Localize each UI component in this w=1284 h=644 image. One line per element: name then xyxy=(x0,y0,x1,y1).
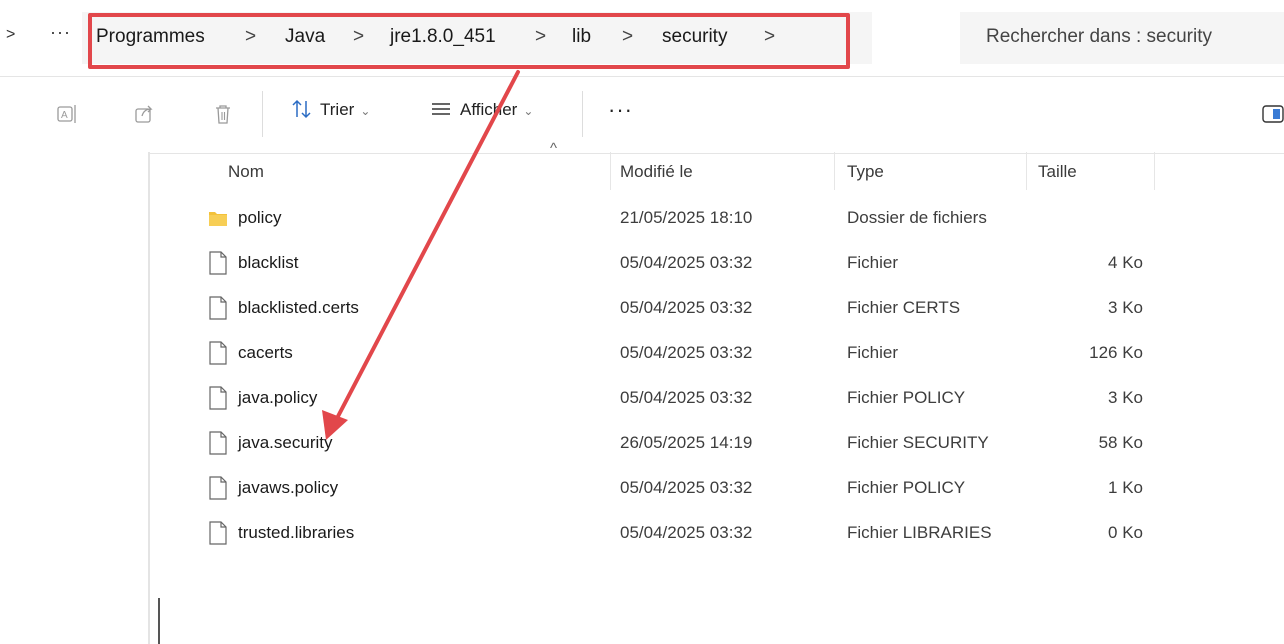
file-name: cacerts xyxy=(238,343,293,362)
chevron-right-icon[interactable]: > xyxy=(6,26,15,44)
column-header-size[interactable]: Taille xyxy=(1038,162,1077,182)
file-modified: 05/04/2025 03:32 xyxy=(620,388,753,407)
file-type: Fichier POLICY xyxy=(847,388,966,407)
file-size: 3 Ko xyxy=(1108,388,1143,407)
file-modified: 26/05/2025 14:19 xyxy=(620,433,753,452)
file-row-javaws-policy[interactable]: javaws.policy 05/04/2025 03:32 Fichier P… xyxy=(150,466,1284,511)
sort-label: Trier xyxy=(320,100,355,119)
column-divider[interactable] xyxy=(610,152,611,190)
file-row-java-policy[interactable]: java.policy 05/04/2025 03:32 Fichier POL… xyxy=(150,376,1284,421)
column-divider[interactable] xyxy=(1154,152,1155,190)
file-list-header: ^ Nom Modifié le Type Taille xyxy=(150,140,1284,190)
view-icon xyxy=(432,103,450,115)
file-modified: 05/04/2025 03:32 xyxy=(620,343,753,362)
column-divider[interactable] xyxy=(1026,152,1027,190)
file-name: trusted.libraries xyxy=(238,523,355,542)
file-row-trusted-libraries[interactable]: trusted.libraries 05/04/2025 03:32 Fichi… xyxy=(150,511,1284,556)
file-icon xyxy=(209,386,227,410)
column-divider[interactable] xyxy=(834,152,835,190)
search-placeholder: Rechercher dans : security xyxy=(986,26,1212,47)
delete-icon[interactable] xyxy=(212,103,234,125)
file-row-blacklist[interactable]: blacklist 05/04/2025 03:32 Fichier 4 Ko xyxy=(150,241,1284,286)
file-size: 58 Ko xyxy=(1098,433,1143,452)
chevron-down-icon: ⌄ xyxy=(523,104,534,118)
file-modified: 05/04/2025 03:32 xyxy=(620,298,753,317)
file-row-java-security[interactable]: java.security 26/05/2025 14:19 Fichier S… xyxy=(150,421,1284,466)
file-name: policy xyxy=(238,208,282,227)
file-type: Fichier LIBRARIES xyxy=(847,523,992,542)
file-modified: 05/04/2025 03:32 xyxy=(620,523,753,542)
more-breadcrumbs-button[interactable]: ··· xyxy=(50,22,71,43)
file-size: 1 Ko xyxy=(1108,478,1143,497)
file-size: 0 Ko xyxy=(1108,523,1143,542)
file-type: Fichier CERTS xyxy=(847,298,961,317)
annotation-highlight-box xyxy=(88,13,850,69)
more-options-button[interactable]: ··· xyxy=(608,97,633,123)
share-icon[interactable] xyxy=(134,103,156,125)
file-size: 126 Ko xyxy=(1089,343,1143,362)
column-header-type[interactable]: Type xyxy=(847,162,884,182)
file-row-blacklisted-certs[interactable]: blacklisted.certs 05/04/2025 03:32 Fichi… xyxy=(150,286,1284,331)
navigation-pane xyxy=(0,152,150,644)
file-list: policy 21/05/2025 18:10 Dossier de fichi… xyxy=(150,196,1284,556)
view-label: Afficher xyxy=(460,100,518,119)
file-name: javaws.policy xyxy=(238,478,339,497)
view-button[interactable]: Afficher ⌄ xyxy=(430,99,533,120)
sort-button[interactable]: Trier ⌄ xyxy=(290,99,370,120)
sort-ascending-icon: ^ xyxy=(550,140,558,157)
file-type: Fichier xyxy=(847,343,899,362)
file-type: Fichier POLICY xyxy=(847,478,966,497)
file-icon xyxy=(209,431,227,455)
column-header-modified[interactable]: Modifié le xyxy=(620,162,693,182)
file-name: blacklist xyxy=(238,253,299,272)
file-row-policy[interactable]: policy 21/05/2025 18:10 Dossier de fichi… xyxy=(150,196,1284,241)
toolbar-divider xyxy=(262,91,263,137)
file-size: 4 Ko xyxy=(1108,253,1143,272)
file-type: Fichier xyxy=(847,253,899,272)
column-header-name[interactable]: Nom xyxy=(228,162,264,182)
toolbar-divider xyxy=(582,91,583,137)
file-size: 3 Ko xyxy=(1108,298,1143,317)
file-name: java.policy xyxy=(238,388,318,407)
file-type: Fichier SECURITY xyxy=(847,433,989,452)
file-row-cacerts[interactable]: cacerts 05/04/2025 03:32 Fichier 126 Ko xyxy=(150,331,1284,376)
file-icon xyxy=(209,521,227,545)
command-bar: A Trier ⌄ Afficher ⌄ ··· xyxy=(0,76,1284,154)
sort-icon xyxy=(292,99,311,119)
file-icon xyxy=(209,296,227,320)
file-modified: 21/05/2025 18:10 xyxy=(620,208,753,227)
file-modified: 05/04/2025 03:32 xyxy=(620,253,753,272)
rename-icon[interactable]: A xyxy=(56,103,78,125)
svg-text:A: A xyxy=(61,110,68,121)
folder-icon xyxy=(209,212,227,226)
file-icon xyxy=(209,476,227,500)
chevron-down-icon: ⌄ xyxy=(360,104,371,118)
address-bar: > ··· Programmes > Java > jre1.8.0_451 >… xyxy=(0,0,1284,76)
file-icon xyxy=(209,251,227,275)
file-modified: 05/04/2025 03:32 xyxy=(620,478,753,497)
details-pane-icon[interactable] xyxy=(1262,105,1284,123)
search-input[interactable]: Rechercher dans : security xyxy=(960,12,1284,64)
navigation-scrollbar[interactable] xyxy=(158,598,160,644)
file-type: Dossier de fichiers xyxy=(847,208,987,227)
file-name: java.security xyxy=(238,433,333,452)
file-icon xyxy=(209,341,227,365)
file-name: blacklisted.certs xyxy=(238,298,359,317)
